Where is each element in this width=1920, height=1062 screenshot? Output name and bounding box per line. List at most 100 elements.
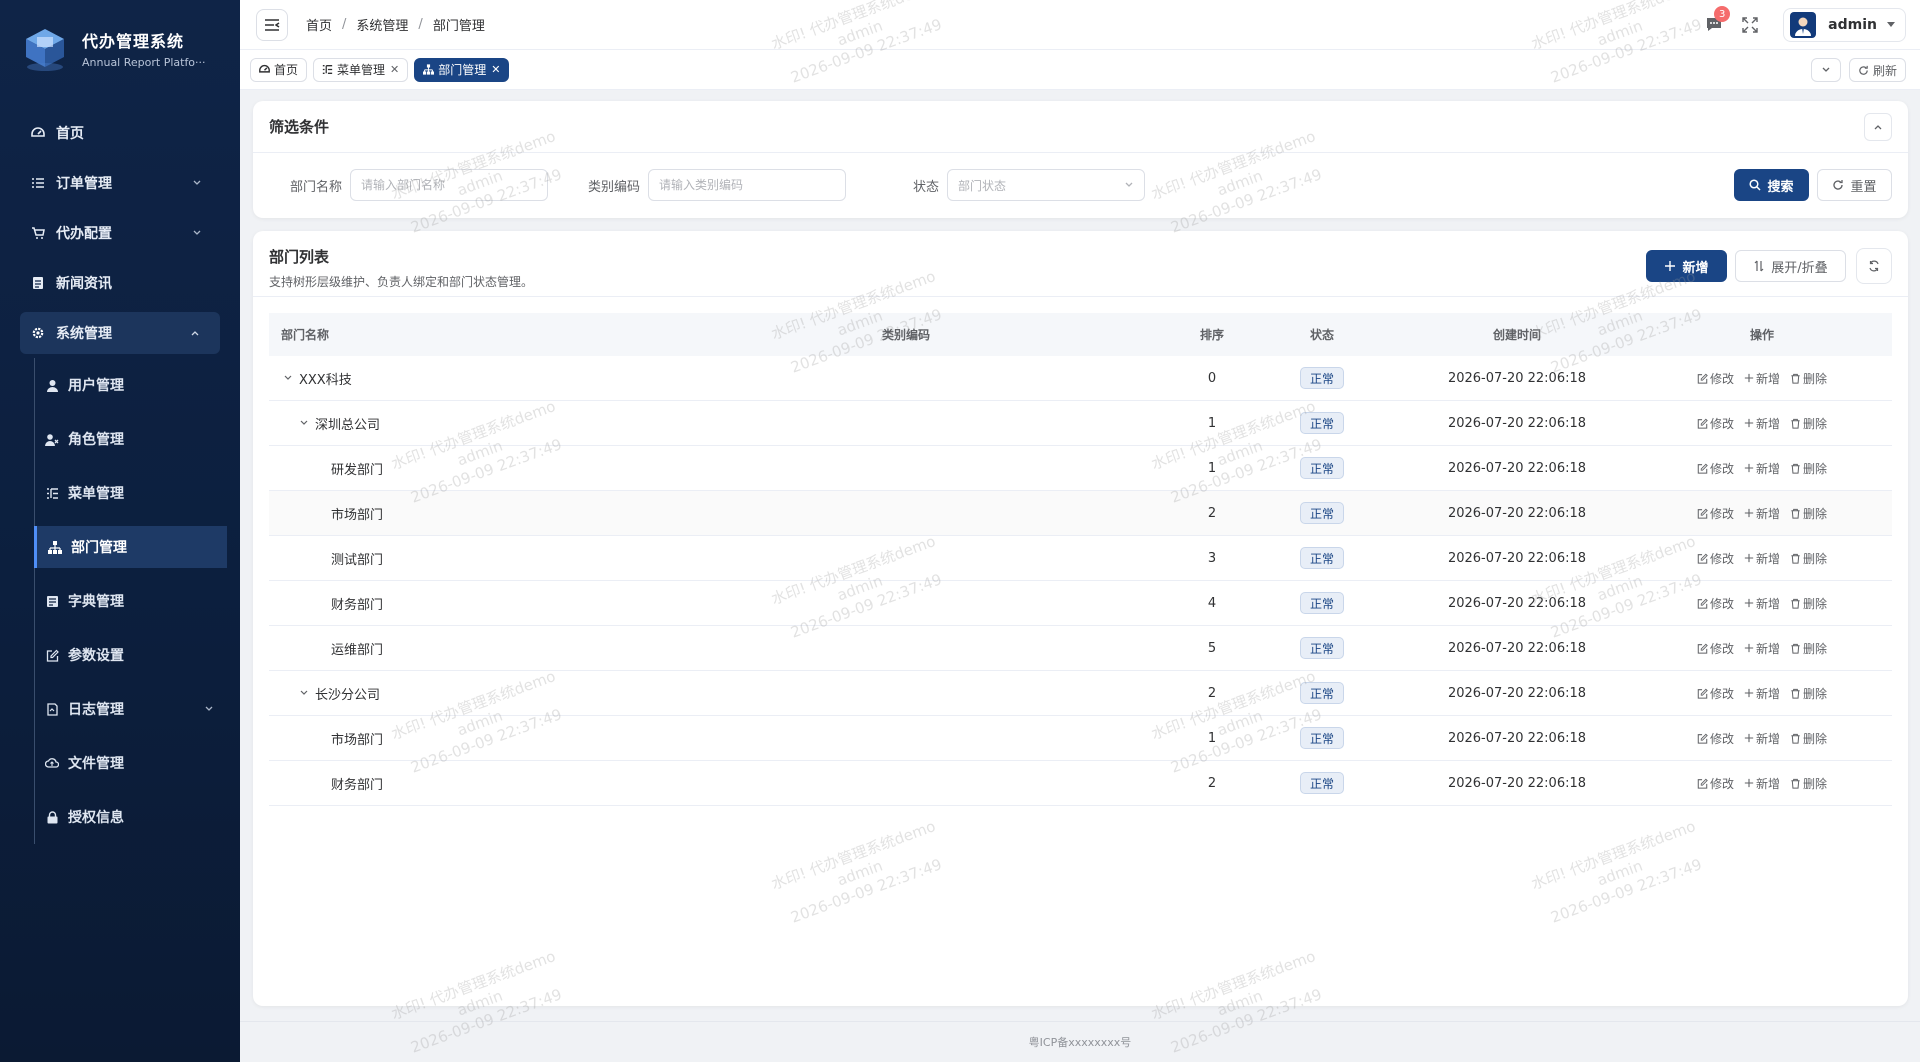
plus-icon <box>1744 598 1756 608</box>
delete-button[interactable]: 删除 <box>1790 730 1827 747</box>
delete-button[interactable]: 删除 <box>1790 640 1827 657</box>
collapse-filter-button[interactable] <box>1864 113 1892 141</box>
delete-button[interactable]: 删除 <box>1790 595 1827 612</box>
tabs-refresh-button[interactable]: 刷新 <box>1848 58 1906 82</box>
add-department-button[interactable]: 新增 <box>1646 250 1727 282</box>
trash-icon <box>1790 463 1803 474</box>
sidebar-item-users[interactable]: 用户管理 <box>0 358 240 412</box>
sidebar-item-files[interactable]: 文件管理 <box>0 736 240 790</box>
add-child-button[interactable]: 新增 <box>1744 415 1780 432</box>
menu-fold-icon <box>265 18 280 31</box>
sidebar-item-system[interactable]: 系统管理 <box>20 312 220 354</box>
sidebar-toggle-button[interactable] <box>256 8 288 41</box>
delete-label: 删除 <box>1803 551 1828 566</box>
add-child-button[interactable]: 新增 <box>1744 550 1780 567</box>
chevron-down-icon[interactable] <box>281 373 295 383</box>
filter-panel: 筛选条件 部门名称 类别编码 状态 部门状态 搜索 重置 <box>253 101 1908 218</box>
dept-name-input[interactable] <box>350 169 549 201</box>
edit-button[interactable]: 修改 <box>1697 370 1734 387</box>
sidebar-item-home[interactable]: 首页 <box>0 108 240 158</box>
add-child-button[interactable]: 新增 <box>1744 370 1780 387</box>
status-badge: 正常 <box>1299 727 1344 749</box>
edit-button[interactable]: 修改 <box>1697 460 1734 477</box>
refresh-table-button[interactable] <box>1856 248 1892 284</box>
edit-button[interactable]: 修改 <box>1697 595 1734 612</box>
search-button[interactable]: 搜索 <box>1734 169 1809 201</box>
sidebar-menu: 首页 订单管理 代办配置 新闻资讯 系统管理 用户管理 角色管理 菜单管理 部门… <box>0 108 240 844</box>
list-icon <box>30 175 46 191</box>
add-child-button[interactable]: 新增 <box>1744 775 1780 792</box>
table-row: 运维部门 5 正常 2026-07-20 22:06:18 修改 新增 删除 <box>269 626 1892 671</box>
created-time: 2026-07-20 22:06:18 <box>1447 685 1587 701</box>
edit-button[interactable]: 修改 <box>1697 415 1734 432</box>
chevron-down-icon[interactable] <box>297 688 311 698</box>
add-child-button[interactable]: 新增 <box>1744 730 1780 747</box>
delete-button[interactable]: 删除 <box>1790 550 1827 567</box>
delete-label: 删除 <box>1803 461 1828 476</box>
sidebar-item-dictionary[interactable]: 字典管理 <box>0 574 240 628</box>
close-icon[interactable]: ✕ <box>390 63 399 76</box>
breadcrumb-item-system[interactable]: 系统管理 <box>356 15 408 34</box>
col-header-sort: 排序 <box>1199 328 1224 342</box>
delete-button[interactable]: 删除 <box>1790 775 1827 792</box>
edit-button[interactable]: 修改 <box>1697 550 1734 567</box>
edit-button[interactable]: 修改 <box>1697 640 1734 657</box>
edit-label: 修改 <box>1709 416 1734 431</box>
edit-icon <box>1697 778 1710 789</box>
delete-button[interactable]: 删除 <box>1790 415 1827 432</box>
dept-sort: 1 <box>1207 730 1217 746</box>
sidebar-item-logs[interactable]: 日志管理 <box>0 682 240 736</box>
sidebar-item-label: 角色管理 <box>68 432 124 448</box>
tab-department-management[interactable]: 部门管理 ✕ <box>414 57 510 82</box>
sidebar-item-roles[interactable]: 角色管理 <box>0 412 240 466</box>
sidebar-item-agent-config[interactable]: 代办配置 <box>0 208 240 258</box>
sidebar-item-params[interactable]: 参数设置 <box>0 628 240 682</box>
status-badge: 正常 <box>1299 547 1344 569</box>
col-header-name: 部门名称 <box>281 328 330 342</box>
edit-icon <box>1697 463 1710 474</box>
add-child-button[interactable]: 新增 <box>1744 640 1780 657</box>
lock-icon <box>44 809 60 825</box>
breadcrumb-item-home[interactable]: 首页 <box>306 15 332 34</box>
edit-button[interactable]: 修改 <box>1697 730 1734 747</box>
status-select[interactable]: 部门状态 <box>947 169 1146 201</box>
edit-button[interactable]: 修改 <box>1697 505 1734 522</box>
reset-button[interactable]: 重置 <box>1817 169 1892 201</box>
table-row: 测试部门 3 正常 2026-07-20 22:06:18 修改 新增 删除 <box>269 536 1892 581</box>
tab-menu-management[interactable]: 菜单管理 ✕ <box>313 57 409 82</box>
delete-button[interactable]: 删除 <box>1790 370 1827 387</box>
sidebar-item-label: 菜单管理 <box>68 486 124 502</box>
delete-label: 删除 <box>1803 506 1828 521</box>
tab-home[interactable]: 首页 <box>250 57 308 82</box>
user-menu[interactable]: admin <box>1783 8 1906 42</box>
logo[interactable]: 代办管理系统 Annual Report Platfo··· <box>0 0 240 96</box>
notification-button[interactable]: 3 <box>1703 6 1731 36</box>
chevron-down-icon <box>192 226 202 242</box>
expand-collapse-button[interactable]: 展开/折叠 <box>1735 250 1846 282</box>
status-label: 状态 <box>913 179 940 195</box>
add-child-button[interactable]: 新增 <box>1744 460 1780 477</box>
sidebar-item-label: 参数设置 <box>68 648 124 664</box>
sidebar-item-departments[interactable]: 部门管理 <box>34 526 227 568</box>
chevron-down-icon[interactable] <box>297 418 311 428</box>
sidebar-item-license[interactable]: 授权信息 <box>0 790 240 844</box>
sidebar-item-menus[interactable]: 菜单管理 <box>0 466 240 520</box>
close-icon[interactable]: ✕ <box>491 63 500 76</box>
sidebar-item-orders[interactable]: 订单管理 <box>0 158 240 208</box>
add-child-button[interactable]: 新增 <box>1744 595 1780 612</box>
dept-name: 测试部门 <box>331 552 384 568</box>
tabs-dropdown-button[interactable] <box>1810 58 1841 82</box>
delete-button[interactable]: 删除 <box>1790 685 1827 702</box>
delete-button[interactable]: 删除 <box>1790 460 1827 477</box>
add-child-button[interactable]: 新增 <box>1744 685 1780 702</box>
fullscreen-button[interactable] <box>1739 14 1761 36</box>
delete-button[interactable]: 删除 <box>1790 505 1827 522</box>
category-code-input[interactable] <box>648 169 847 201</box>
add-child-button[interactable]: 新增 <box>1744 505 1780 522</box>
status-badge: 正常 <box>1299 772 1344 794</box>
edit-button[interactable]: 修改 <box>1697 775 1734 792</box>
chevron-down-icon <box>204 702 214 718</box>
edit-button[interactable]: 修改 <box>1697 685 1734 702</box>
sidebar-item-news[interactable]: 新闻资讯 <box>0 258 240 308</box>
add-label: 新增 <box>1755 506 1780 521</box>
